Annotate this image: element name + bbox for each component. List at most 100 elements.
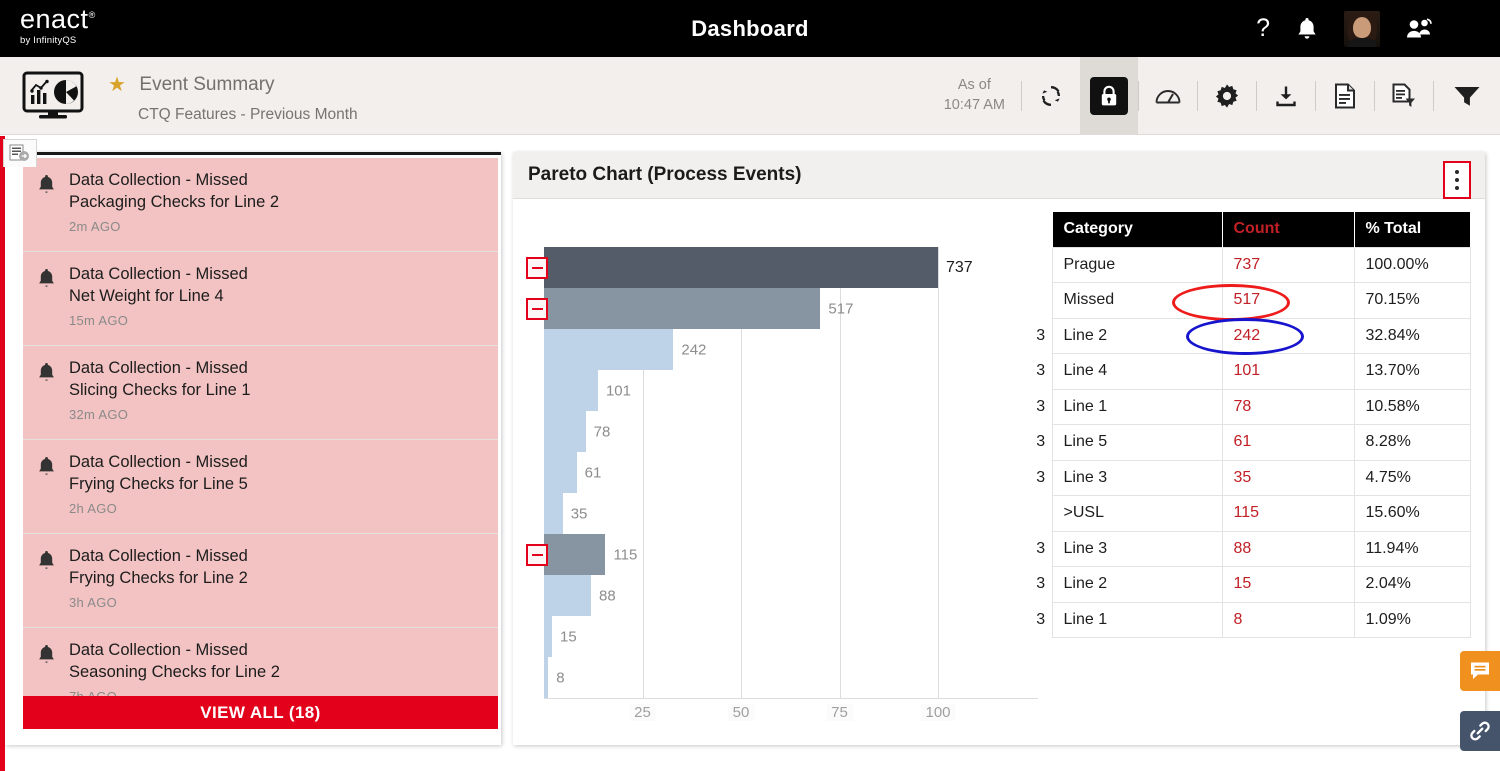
report-panel-toggle-icon[interactable]: [3, 139, 37, 167]
cell-count[interactable]: 517: [1221, 282, 1355, 319]
alert-timestamp: 2m AGO: [69, 218, 121, 234]
list-item[interactable]: Data Collection - Missed Packaging Check…: [23, 158, 498, 252]
pareto-bar-value-label: 115: [613, 546, 638, 563]
collapse-node-button[interactable]: [526, 297, 548, 320]
pareto-bar-value-label: 78: [593, 423, 611, 440]
table-header-row: Category Count % Total: [1030, 212, 1470, 247]
cell-pct-total: 8.28%: [1353, 424, 1471, 461]
pareto-bar-row[interactable]: 737: [526, 247, 1038, 288]
pareto-bar[interactable]: [544, 288, 821, 329]
alert-title: Data Collection - Missed: [69, 171, 248, 189]
download-icon[interactable]: [1257, 57, 1315, 134]
list-item[interactable]: Data Collection - Missed Slicing Checks …: [23, 346, 498, 440]
collaboration-users-icon[interactable]: [1406, 17, 1432, 40]
cell-count[interactable]: 88: [1221, 530, 1355, 567]
gear-icon[interactable]: [1198, 57, 1256, 134]
pareto-bar[interactable]: [544, 616, 553, 657]
pareto-bar-row[interactable]: 115: [526, 534, 1038, 575]
pareto-bar-value-label: 242: [681, 341, 707, 358]
cell-category: Line 1: [1051, 388, 1223, 425]
table-row[interactable]: 3 Line 1 78 10.58%: [1030, 388, 1471, 425]
table-row[interactable]: 3 Line 5 61 8.28%: [1030, 424, 1471, 461]
table-row[interactable]: 3 Line 2 15 2.04%: [1030, 566, 1471, 603]
pareto-bar[interactable]: [544, 493, 563, 534]
cell-count[interactable]: 8: [1221, 601, 1355, 638]
table-row[interactable]: 3 Line 3 88 11.94%: [1030, 530, 1471, 567]
table-row[interactable]: 3 Line 4 101 13.70%: [1030, 353, 1471, 390]
main-menu-hamburger-icon[interactable]: [1458, 22, 1486, 35]
cell-count[interactable]: 61: [1221, 424, 1355, 461]
view-all-button[interactable]: VIEW ALL (18): [23, 696, 498, 729]
cell-count[interactable]: 35: [1221, 459, 1355, 496]
collapse-node-button[interactable]: [526, 543, 548, 566]
column-header-pct-total[interactable]: % Total: [1353, 212, 1470, 247]
row-level-indicator: 3: [1030, 602, 1052, 638]
collapse-node-button[interactable]: [526, 256, 548, 279]
pareto-bar-row[interactable]: 242: [544, 329, 1038, 370]
alert-timestamp: 32m AGO: [69, 406, 129, 422]
pareto-bar-value-label: 517: [828, 300, 854, 317]
cell-count[interactable]: 242: [1221, 317, 1355, 354]
pareto-bar[interactable]: [544, 657, 549, 698]
bell-icon: [37, 644, 56, 671]
lock-icon[interactable]: [1080, 57, 1138, 134]
cell-count[interactable]: 737: [1221, 246, 1355, 283]
pareto-bar-value-label: 88: [599, 587, 616, 604]
notifications-bell-icon[interactable]: [1296, 17, 1318, 41]
pareto-bar[interactable]: [544, 575, 592, 616]
gauge-icon[interactable]: [1139, 57, 1197, 134]
row-level-indicator: 2: [1030, 495, 1052, 531]
list-item[interactable]: Data Collection - Missed Frying Checks f…: [23, 534, 498, 628]
pareto-bar-row[interactable]: 35: [544, 493, 1038, 534]
filter-funnel-icon[interactable]: [1434, 57, 1500, 134]
cell-count[interactable]: 15: [1221, 566, 1355, 603]
user-avatar[interactable]: [1344, 10, 1380, 47]
pareto-bar-value-label: 8: [556, 669, 565, 686]
pareto-bar[interactable]: [544, 329, 674, 370]
pareto-bars-plot: 737 517 242 101 78 61 35 115 88 15 8: [526, 247, 1038, 698]
pareto-bar-row[interactable]: 8: [544, 657, 1038, 698]
pareto-data-table: Category Count % Total 1 Prague 737 100.00%…: [1030, 212, 1471, 638]
row-level-indicator: 3: [1030, 460, 1052, 496]
pareto-bar[interactable]: [544, 452, 577, 493]
pareto-bar[interactable]: [544, 247, 938, 288]
table-row[interactable]: 1 Prague 737 100.00%: [1030, 246, 1471, 283]
help-icon[interactable]: ?: [1256, 14, 1270, 43]
pareto-bar-row[interactable]: 517: [526, 288, 1038, 329]
pareto-bar[interactable]: [544, 370, 598, 411]
cell-category: Line 2: [1051, 317, 1223, 354]
cell-category: Missed: [1051, 282, 1223, 319]
cell-count[interactable]: 101: [1221, 353, 1355, 390]
pareto-bar[interactable]: [544, 534, 606, 575]
list-item[interactable]: Data Collection - Missed Net Weight for …: [23, 252, 498, 346]
favorite-star-icon[interactable]: ★: [108, 74, 126, 96]
cell-count[interactable]: 78: [1221, 388, 1355, 425]
table-row[interactable]: 3 Line 1 8 1.09%: [1030, 601, 1471, 638]
table-row[interactable]: 3 Line 2 242 32.84%: [1030, 317, 1471, 354]
table-row[interactable]: 2 >USL 115 15.60%: [1030, 495, 1471, 532]
bell-icon: [37, 174, 56, 201]
row-level-indicator: 3: [1030, 424, 1052, 460]
table-row[interactable]: 2 Missed 517 70.15%: [1030, 282, 1471, 319]
cell-count[interactable]: 115: [1221, 495, 1355, 532]
chat-bubble-icon[interactable]: [1460, 651, 1500, 691]
column-header-count[interactable]: Count: [1221, 212, 1354, 247]
column-header-category[interactable]: Category: [1051, 212, 1222, 247]
link-chain-icon[interactable]: [1460, 711, 1500, 751]
pareto-bar-row[interactable]: 15: [544, 616, 1038, 657]
refresh-icon[interactable]: [1022, 57, 1080, 134]
pareto-bar-row[interactable]: 88: [544, 575, 1038, 616]
bell-icon: [37, 550, 56, 577]
list-item[interactable]: Data Collection - Missed Frying Checks f…: [23, 440, 498, 534]
pareto-bar-row[interactable]: 101: [544, 370, 1038, 411]
document-icon[interactable]: [1316, 57, 1374, 134]
alerts-list[interactable]: Data Collection - Missed Packaging Check…: [23, 158, 498, 745]
cell-pct-total: 15.60%: [1353, 495, 1471, 532]
table-row[interactable]: 3 Line 3 35 4.75%: [1030, 459, 1471, 496]
pareto-bar[interactable]: [544, 411, 586, 452]
pareto-bar-value-label: 101: [605, 382, 631, 399]
pareto-bar-row[interactable]: 61: [544, 452, 1038, 493]
pareto-bar-row[interactable]: 78: [544, 411, 1038, 452]
document-filter-icon[interactable]: [1375, 57, 1433, 134]
kebab-menu-icon[interactable]: [1443, 161, 1471, 199]
